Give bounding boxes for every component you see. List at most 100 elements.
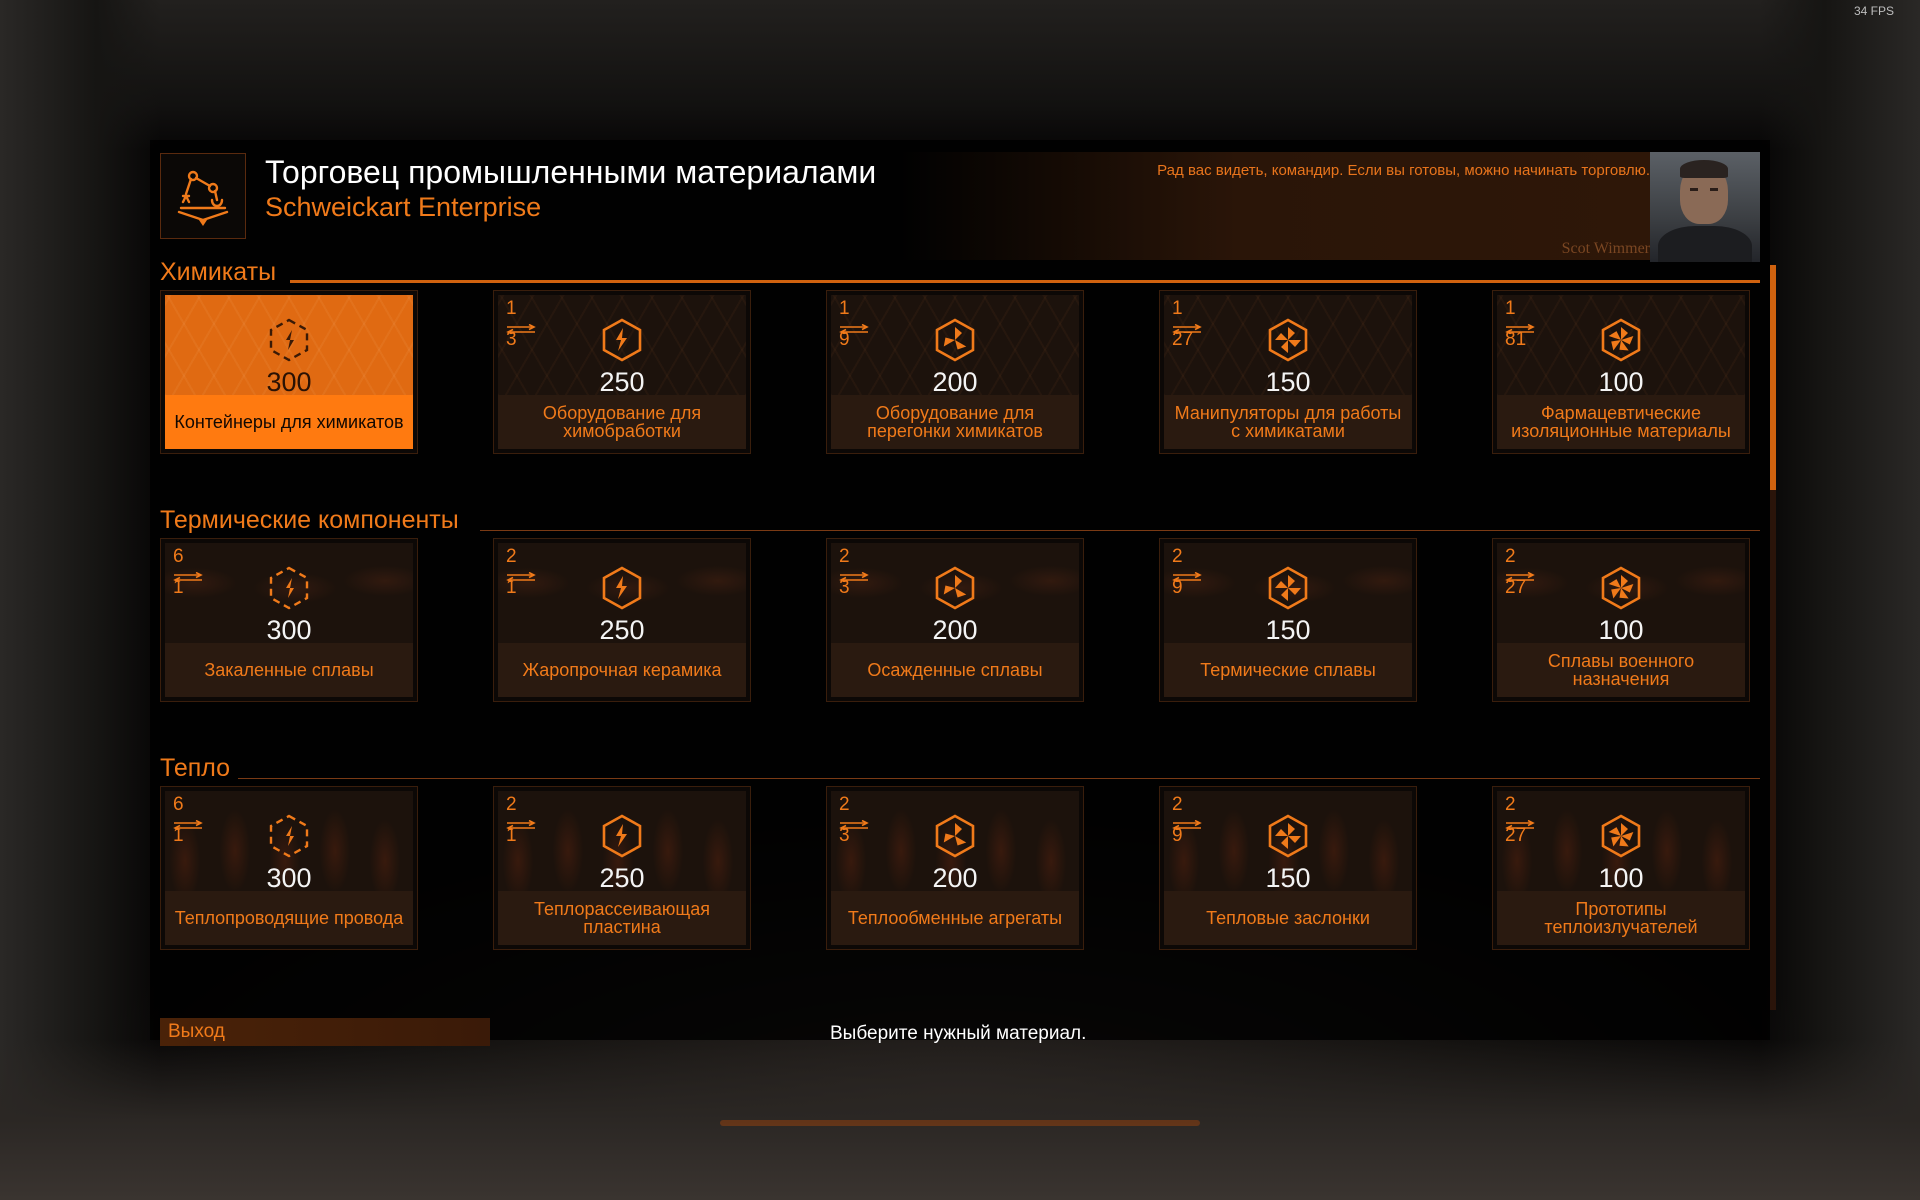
- material-card-body: 6 1 300 Закаленные сплавы: [165, 543, 413, 697]
- material-name: Тепловые заслонки: [1164, 891, 1412, 945]
- exchange-ratio: 2 9: [1172, 547, 1206, 597]
- material-card[interactable]: 2 9 150 Термические сплавы: [1159, 538, 1417, 702]
- exchange-arrows-icon: [1505, 319, 1535, 336]
- material-card-body: 2 27 100 Прототипы теплоизлучателей: [1497, 791, 1745, 945]
- material-grade-icon: [1598, 813, 1644, 859]
- material-grade-icon: [932, 565, 978, 611]
- ratio-numerator: 2: [1172, 546, 1183, 567]
- exchange-arrows-icon: [173, 567, 203, 584]
- material-card[interactable]: 1 3 250 Оборудование для химобработки: [493, 290, 751, 454]
- ratio-numerator: 2: [839, 546, 850, 567]
- exchange-arrows-icon: [173, 815, 203, 832]
- page-title: Торговец промышленными материалами: [265, 154, 877, 190]
- section-thermal-title: Термические компоненты: [160, 506, 459, 534]
- material-grade-icon: [1598, 565, 1644, 611]
- section-chemicals-divider: [290, 280, 1760, 283]
- exchange-ratio: 2 9: [1172, 795, 1206, 845]
- exchange-arrows-icon: [1505, 815, 1535, 832]
- exit-button[interactable]: Выход: [160, 1018, 490, 1046]
- material-quantity: 300: [266, 863, 312, 893]
- material-grade-icon: [266, 317, 312, 363]
- material-card[interactable]: 2 27 100 Прототипы теплоизлучателей: [1492, 786, 1750, 950]
- ratio-numerator: 2: [506, 546, 517, 567]
- material-quantity: 150: [1265, 367, 1311, 397]
- material-quantity: 250: [599, 615, 645, 645]
- material-grade-icon: [599, 565, 645, 611]
- material-card[interactable]: 1 81 100 Фармацевтические изоляционные м…: [1492, 290, 1750, 454]
- material-card[interactable]: 6 1 300 Закаленные сплавы: [160, 538, 418, 702]
- ratio-numerator: 2: [1505, 794, 1516, 815]
- material-card[interactable]: 300 Контейнеры для химикатов: [160, 290, 418, 454]
- material-name: Оборудование для перегонки химикатов: [831, 395, 1079, 449]
- material-quantity: 250: [599, 367, 645, 397]
- material-card-body: 1 3 250 Оборудование для химобработки: [498, 295, 746, 449]
- material-name: Сплавы военного назначения: [1497, 643, 1745, 697]
- exchange-ratio: 2 27: [1505, 795, 1539, 845]
- material-card[interactable]: 1 27 150 Манипуляторы для работы с химик…: [1159, 290, 1417, 454]
- section-thermal-divider: [480, 530, 1760, 531]
- material-card-body: 2 3 200 Теплообменные агрегаты: [831, 791, 1079, 945]
- exchange-ratio: 1 3: [506, 299, 540, 349]
- section-chemicals-title: Химикаты: [160, 258, 277, 286]
- material-card-body: 2 9 150 Термические сплавы: [1164, 543, 1412, 697]
- npc-greeting: Рад вас видеть, командир. Если вы готовы…: [1157, 162, 1650, 179]
- ratio-numerator: 1: [1172, 298, 1183, 319]
- exchange-ratio: 1 81: [1505, 299, 1539, 349]
- material-name: Теплорассеивающая пластина: [498, 891, 746, 945]
- npc-name: Scot Wimmer: [1561, 240, 1650, 257]
- exchange-ratio: 2 27: [1505, 547, 1539, 597]
- material-card[interactable]: 6 1 300 Теплопроводящие провода: [160, 786, 418, 950]
- scrollbar-thumb[interactable]: [1770, 265, 1776, 490]
- material-grade-icon: [932, 813, 978, 859]
- material-grade-icon: [266, 813, 312, 859]
- material-card[interactable]: 2 9 150 Тепловые заслонки: [1159, 786, 1417, 950]
- material-quantity: 300: [266, 615, 312, 645]
- material-card-body: 1 9 200 Оборудование для перегонки химик…: [831, 295, 1079, 449]
- material-card-body: 2 1 250 Жаропрочная керамика: [498, 543, 746, 697]
- material-grade-icon: [1265, 565, 1311, 611]
- section-heat-divider: [238, 778, 1760, 779]
- material-card-body: 1 81 100 Фармацевтические изоляционные м…: [1497, 295, 1745, 449]
- material-quantity: 150: [1265, 615, 1311, 645]
- material-grade-icon: [599, 813, 645, 859]
- exchange-ratio: 6 1: [173, 547, 207, 597]
- material-card[interactable]: 2 1 250 Жаропрочная керамика: [493, 538, 751, 702]
- material-card[interactable]: 2 27 100 Сплавы военного назначения: [1492, 538, 1750, 702]
- ratio-numerator: 1: [1505, 298, 1516, 319]
- material-card-body: 2 9 150 Тепловые заслонки: [1164, 791, 1412, 945]
- material-grade-icon: [1265, 317, 1311, 363]
- background-right-wall: [1760, 0, 1920, 1200]
- material-name: Манипуляторы для работы с химикатами: [1164, 395, 1412, 449]
- material-card-body: 6 1 300 Теплопроводящие провода: [165, 791, 413, 945]
- exchange-arrows-icon: [839, 319, 869, 336]
- ratio-numerator: 2: [839, 794, 850, 815]
- material-card-body: 2 3 200 Осажденные сплавы: [831, 543, 1079, 697]
- background-left-wall: [0, 0, 160, 1200]
- material-trader-icon: [160, 153, 246, 239]
- material-card[interactable]: 1 9 200 Оборудование для перегонки химик…: [826, 290, 1084, 454]
- material-quantity: 300: [266, 367, 312, 397]
- exchange-arrows-icon: [1172, 815, 1202, 832]
- ratio-numerator: 6: [173, 546, 184, 567]
- station-name: Schweickart Enterprise: [265, 192, 542, 222]
- material-name: Теплообменные агрегаты: [831, 891, 1079, 945]
- ratio-numerator: 6: [173, 794, 184, 815]
- material-card[interactable]: 2 1 250 Теплорассеивающая пластина: [493, 786, 751, 950]
- material-grade-icon: [599, 317, 645, 363]
- ratio-numerator: 2: [1172, 794, 1183, 815]
- material-quantity: 100: [1598, 863, 1644, 893]
- material-card-body: 2 1 250 Теплорассеивающая пластина: [498, 791, 746, 945]
- exchange-ratio: 2 3: [839, 547, 873, 597]
- material-card[interactable]: 2 3 200 Теплообменные агрегаты: [826, 786, 1084, 950]
- background-ceiling: [0, 0, 1920, 150]
- exchange-arrows-icon: [839, 815, 869, 832]
- ratio-numerator: 2: [506, 794, 517, 815]
- exchange-ratio: 1 27: [1172, 299, 1206, 349]
- material-quantity: 100: [1598, 615, 1644, 645]
- material-card-body: 2 27 100 Сплавы военного назначения: [1497, 543, 1745, 697]
- material-grade-icon: [1265, 813, 1311, 859]
- material-name: Осажденные сплавы: [831, 643, 1079, 697]
- exchange-ratio: 2 1: [506, 795, 540, 845]
- material-card[interactable]: 2 3 200 Осажденные сплавы: [826, 538, 1084, 702]
- material-card-body: 300 Контейнеры для химикатов: [165, 295, 413, 449]
